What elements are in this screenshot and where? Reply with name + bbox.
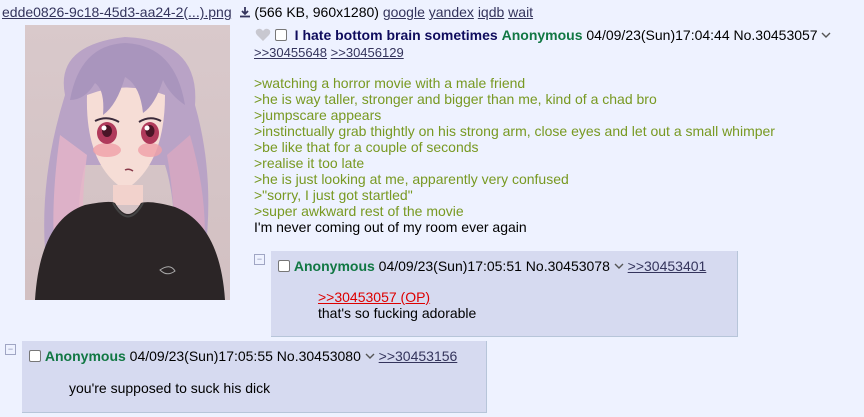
reply-header: Anonymous 04/09/23(Sun)17:05:51 No.30453… (278, 258, 706, 274)
reply-select-checkbox[interactable] (278, 260, 290, 272)
chevron-down-icon[interactable] (365, 352, 375, 360)
op-post-body: >watching a horror movie with a male fri… (254, 75, 854, 235)
greentext-line: >he is just looking at me, apparently ve… (254, 171, 569, 187)
op-subject: I hate bottom brain sometimes (294, 27, 498, 43)
reply-datetime: 04/09/23(Sun)17:05:51 (378, 258, 522, 274)
search-link-google[interactable]: google (383, 4, 425, 20)
backlink[interactable]: >>30453401 (628, 258, 707, 274)
reply-header: Anonymous 04/09/23(Sun)17:05:55 No.30453… (29, 348, 457, 364)
minimize-icon[interactable]: − (254, 254, 265, 265)
search-link-iqdb[interactable]: iqdb (478, 4, 504, 20)
op-select-checkbox[interactable] (274, 29, 287, 41)
file-info: edde0826-9c18-45d3-aa24-2(...).png (566 … (2, 4, 533, 20)
greentext-line: >"sorry, I just got startled" (254, 187, 413, 203)
reply-post: Anonymous 04/09/23(Sun)17:05:51 No.30453… (271, 251, 738, 337)
backlink[interactable]: >>30455648 (254, 45, 327, 60)
search-link-yandex[interactable]: yandex (429, 4, 474, 20)
search-link-wait[interactable]: wait (508, 4, 533, 20)
greentext-line: >he is way taller, stronger and bigger t… (254, 91, 657, 107)
greentext-line: >be like that for a couple of seconds (254, 139, 479, 155)
file-size-dims: (566 KB, 960x1280) (254, 4, 379, 20)
reply-body: >>30453057 (OP) that's so fucking adorab… (318, 289, 476, 321)
greentext-line: >super awkward rest of the movie (254, 203, 464, 219)
greentext-line: >jumpscare appears (254, 107, 382, 123)
greentext-line: >realise it too late (254, 155, 365, 171)
reply-post-number[interactable]: No.30453078 (526, 258, 610, 274)
heart-icon[interactable] (255, 28, 271, 42)
reply-select-checkbox[interactable] (29, 350, 41, 362)
minimize-icon[interactable]: − (5, 344, 16, 355)
op-backlinks: >>30455648 >>30456129 (254, 45, 404, 60)
op-poster-name: Anonymous (501, 27, 583, 43)
op-post-number[interactable]: No.30453057 (734, 27, 818, 43)
op-thumbnail-image[interactable] (25, 25, 230, 300)
reply-poster-name: Anonymous (44, 348, 126, 364)
reply-body: you're supposed to suck his dick (69, 380, 270, 396)
chevron-down-icon[interactable] (821, 31, 831, 39)
reply-text: that's so fucking adorable (318, 305, 477, 321)
op-post-header: I hate bottom brain sometimes Anonymous … (255, 27, 831, 43)
backlink[interactable]: >>30456129 (331, 45, 404, 60)
reply-poster-name: Anonymous (293, 258, 375, 274)
op-datetime: 04/09/23(Sun)17:04:44 (586, 27, 730, 43)
backlink[interactable]: >>30453156 (379, 348, 458, 364)
chevron-down-icon[interactable] (614, 262, 624, 270)
greentext-line: >watching a horror movie with a male fri… (254, 75, 526, 91)
op-quote-link[interactable]: >>30453057 (OP) (318, 289, 476, 305)
reply-post: Anonymous 04/09/23(Sun)17:05:55 No.30453… (22, 341, 487, 413)
file-name-link[interactable]: edde0826-9c18-45d3-aa24-2(...).png (2, 4, 232, 20)
reply-post-number[interactable]: No.30453080 (277, 348, 361, 364)
download-icon[interactable] (239, 6, 251, 18)
greentext-line: >instinctually grab thightly on his stro… (254, 123, 775, 139)
reply-text: you're supposed to suck his dick (69, 380, 271, 396)
reply-datetime: 04/09/23(Sun)17:05:55 (129, 348, 273, 364)
body-text-line: I'm never coming out of my room ever aga… (254, 219, 527, 235)
